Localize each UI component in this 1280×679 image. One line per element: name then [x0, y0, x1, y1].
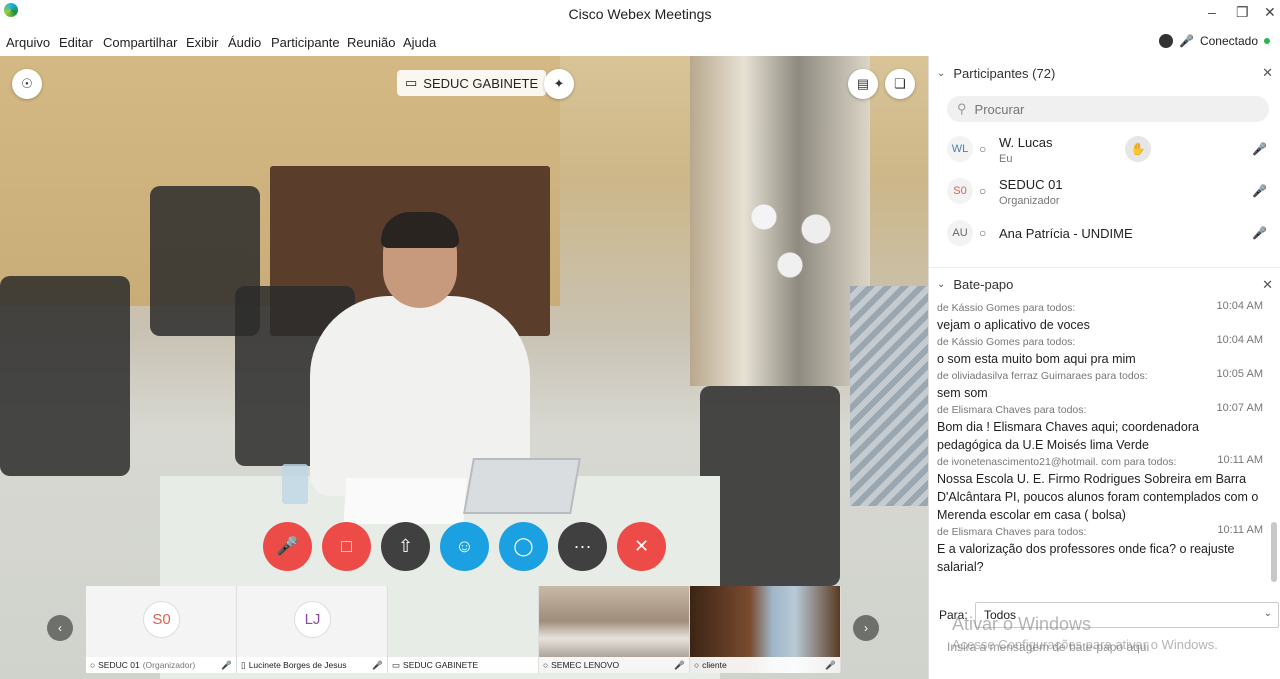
windows-activation-watermark: Ativar o Windows Acesse Configurações pa…: [952, 614, 1218, 652]
headset-icon: ○: [979, 184, 987, 198]
chat-message: de Kássio Gomes para todos: 10:04 AM vej…: [937, 300, 1263, 332]
thumbnail-strip: S0 ○ SEDUC 01 (Organizador) 🎤 LJ ▯ Lucin…: [86, 586, 842, 673]
status-dot-icon: [1264, 38, 1270, 44]
monitor-icon: ▭: [392, 659, 401, 670]
window-title: Cisco Webex Meetings: [568, 6, 712, 22]
search-icon: ⚲: [957, 101, 967, 116]
next-arrow-icon[interactable]: ›: [853, 615, 879, 641]
title-bar: Cisco Webex Meetings – ❐ ✕: [0, 0, 1280, 28]
chat-icon: ◯: [513, 536, 534, 556]
mic-muted-icon: 🎤: [825, 659, 836, 670]
pin-icon[interactable]: ✦: [544, 69, 574, 99]
menu-exibir[interactable]: Exibir: [186, 35, 219, 50]
menu-bar: Arquivo Editar Compartilhar Exibir Áudio…: [0, 32, 1280, 54]
chat-log[interactable]: de Kássio Gomes para todos: 10:04 AM vej…: [937, 300, 1267, 588]
participant-row[interactable]: S0 ○ SEDUC 01 Organizador 🎤: [945, 174, 1275, 210]
avatar: AU: [947, 220, 973, 246]
participant-row[interactable]: AU ○ Ana Patrícia - UNDIME 🎤: [945, 216, 1275, 252]
menu-participante[interactable]: Participante: [271, 35, 340, 50]
mic-muted-icon[interactable]: 🎤: [1252, 226, 1267, 240]
minimize-icon[interactable]: –: [1208, 4, 1216, 20]
participants-header[interactable]: ⌄ Participantes (72) ✕: [929, 56, 1280, 90]
camera-off-icon: □: [341, 536, 352, 556]
chat-scrollbar[interactable]: [1270, 302, 1278, 592]
popout-icon[interactable]: ❏: [885, 69, 915, 99]
side-panel: ⌄ Participantes (72) ✕ ⚲ WL ○ W. Lucas E…: [928, 56, 1280, 679]
chat-button[interactable]: ◯: [499, 522, 548, 571]
phone-icon: ▯: [241, 659, 246, 670]
share-button[interactable]: ⇧: [381, 522, 430, 571]
compass-icon[interactable]: [1159, 34, 1173, 48]
mic-muted-icon: 🎤: [221, 659, 232, 670]
headset-icon: ○: [543, 660, 549, 670]
video-off-button[interactable]: □: [322, 522, 371, 571]
headset-icon: ○: [694, 660, 700, 670]
chat-message: de Elismara Chaves para todos: 10:11 AM …: [937, 524, 1263, 574]
thumbnail[interactable]: ○ SEMEC LENOVO 🎤: [539, 586, 690, 673]
menu-compartilhar[interactable]: Compartilhar: [103, 35, 177, 50]
raise-hand-icon[interactable]: ✋: [1125, 136, 1151, 162]
chevron-down-icon[interactable]: ⌄: [937, 68, 945, 79]
chat-header[interactable]: ⌄ Bate-papo ✕: [929, 267, 1280, 301]
close-icon[interactable]: ✕: [1264, 4, 1276, 21]
chat-message: de Kássio Gomes para todos: 10:04 AM o s…: [937, 334, 1263, 366]
participant-row[interactable]: WL ○ W. Lucas Eu ✋ 🎤: [945, 132, 1275, 168]
mic-muted-icon: 🎤: [372, 659, 383, 670]
mic-muted-icon: 🎤: [674, 659, 685, 670]
close-icon[interactable]: ✕: [1262, 277, 1273, 293]
mute-button[interactable]: 🎤: [263, 522, 312, 571]
mic-muted-icon[interactable]: 🎤: [1252, 184, 1267, 198]
menu-ajuda[interactable]: Ajuda: [403, 35, 436, 50]
chevron-down-icon: ⌄: [1263, 608, 1272, 619]
participants-button[interactable]: ☺: [440, 522, 489, 571]
active-speaker-label: ▭ SEDUC GABINETE: [397, 70, 547, 96]
main-video[interactable]: ☉ ▭ SEDUC GABINETE ✦ ▤ ❏ 🎤 □ ⇧ ☺ ◯ ··· ✕…: [0, 56, 928, 679]
search-input[interactable]: [974, 101, 1235, 117]
leave-button[interactable]: ✕: [617, 522, 666, 571]
menu-editar[interactable]: Editar: [59, 35, 93, 50]
headset-icon: ○: [979, 142, 987, 156]
chevron-down-icon[interactable]: ⌄: [937, 279, 945, 290]
thumbnail[interactable]: ▭ SEDUC GABINETE: [388, 586, 539, 673]
chat-message: de ivonetenascimento21@hotmail. com para…: [937, 454, 1263, 522]
avatar: S0: [143, 601, 180, 638]
meeting-controls: 🎤 □ ⇧ ☺ ◯ ··· ✕: [263, 522, 666, 571]
participant-search[interactable]: ⚲: [947, 96, 1269, 122]
menu-arquivo[interactable]: Arquivo: [6, 35, 50, 50]
mic-muted-icon[interactable]: 🎤: [1179, 34, 1194, 48]
menu-reuniao[interactable]: Reunião: [347, 35, 395, 50]
thumbnail[interactable]: S0 ○ SEDUC 01 (Organizador) 🎤: [86, 586, 237, 673]
avatar: WL: [947, 136, 973, 162]
share-icon: ⇧: [397, 536, 414, 556]
avatar: S0: [947, 178, 973, 204]
mic-muted-icon[interactable]: 🎤: [1252, 142, 1267, 156]
close-icon[interactable]: ✕: [1262, 65, 1273, 81]
layout-icon[interactable]: ▤: [848, 69, 878, 99]
close-icon: ✕: [633, 536, 650, 556]
chat-message: de Elismara Chaves para todos: 10:07 AM …: [937, 402, 1263, 452]
chat-message: de oliviadasilva ferraz Guimaraes para t…: [937, 368, 1263, 400]
more-button[interactable]: ···: [558, 522, 607, 571]
more-icon: ···: [573, 536, 592, 556]
menu-audio[interactable]: Áudio: [228, 35, 261, 50]
status-label: Conectado: [1199, 34, 1258, 48]
prev-arrow-icon[interactable]: ‹: [47, 615, 73, 641]
avatar: LJ: [294, 601, 331, 638]
restore-icon[interactable]: ❐: [1236, 4, 1249, 21]
thumbnail[interactable]: ○ cliente 🎤: [690, 586, 841, 673]
info-icon[interactable]: ☉: [12, 69, 42, 99]
monitor-icon: ▭: [405, 75, 418, 90]
headset-icon: ○: [90, 660, 96, 670]
participants-icon: ☺: [455, 536, 474, 556]
thumbnail[interactable]: LJ ▯ Lucinete Borges de Jesus 🎤: [237, 586, 388, 673]
connection-status: 🎤 Conectado: [1159, 34, 1270, 48]
mic-off-icon: 🎤: [276, 536, 299, 556]
headset-icon: ○: [979, 226, 987, 240]
